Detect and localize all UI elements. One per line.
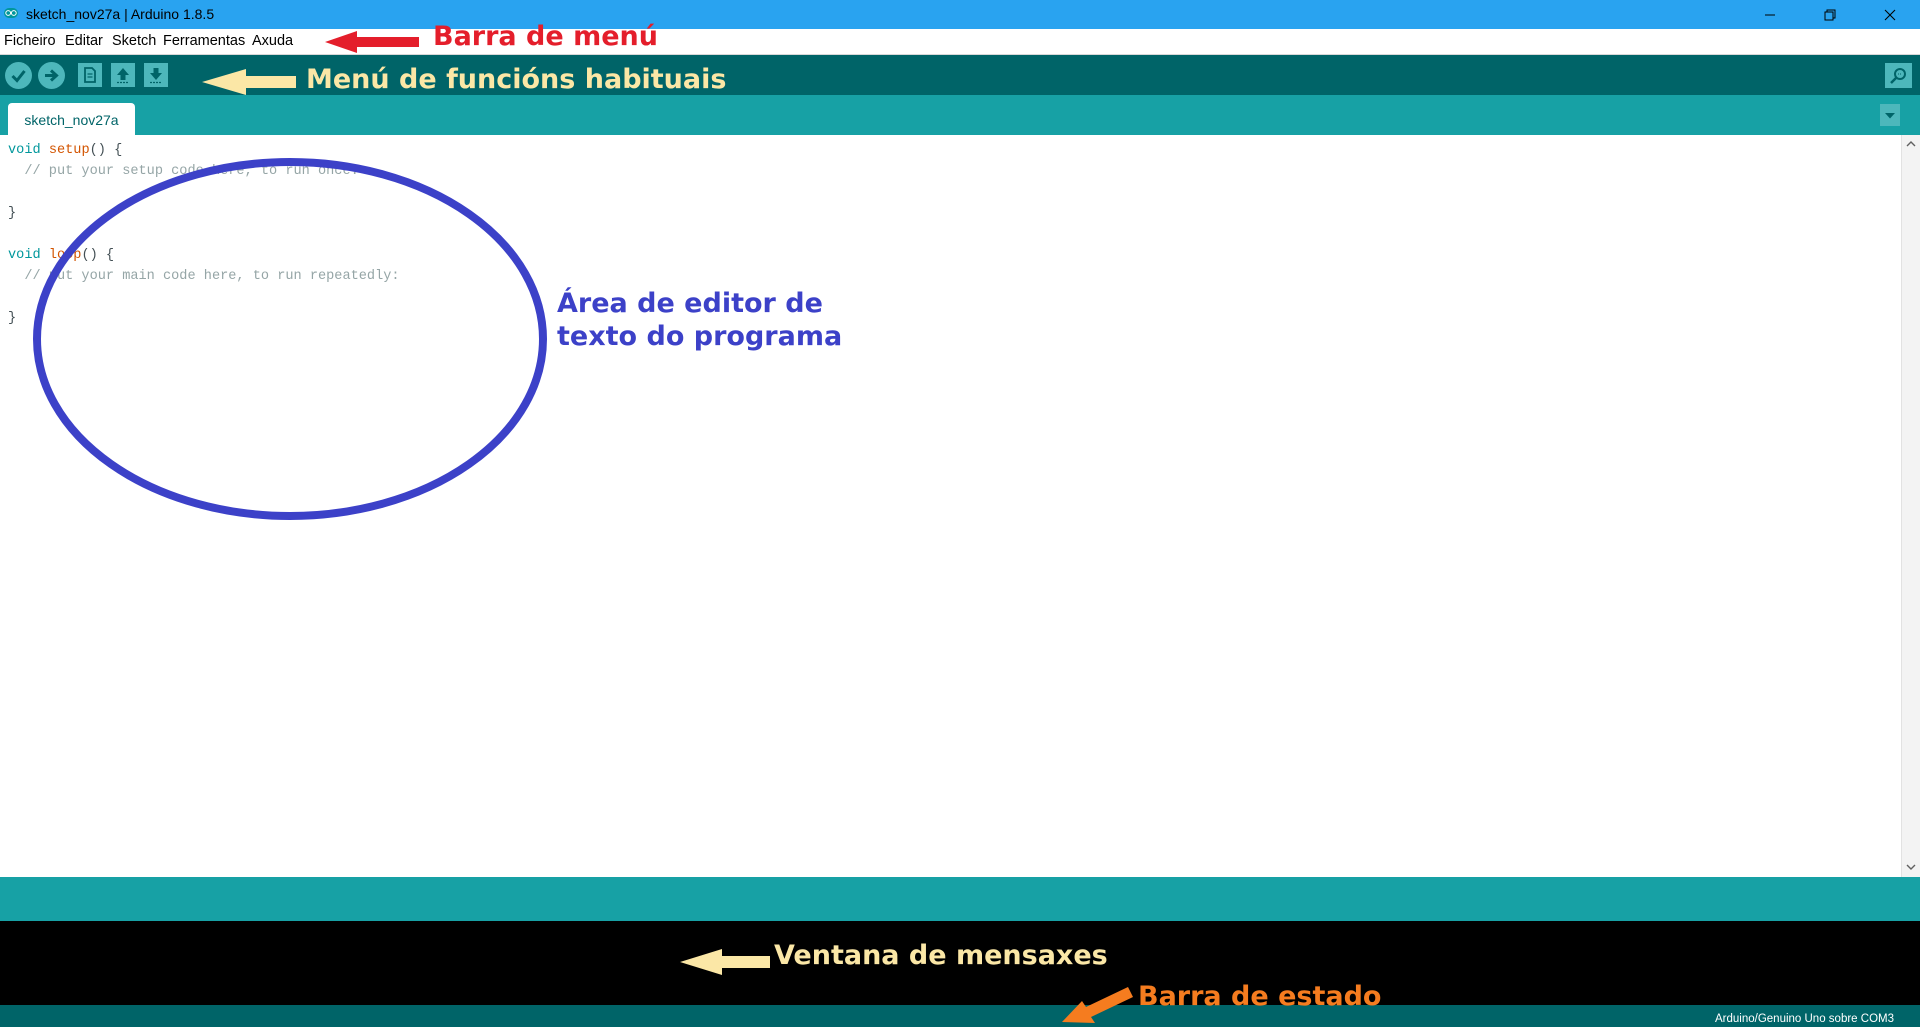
board-port-status: Arduino/Genuino Uno sobre COM3 — [1715, 1013, 1894, 1025]
chevron-down-icon — [1885, 113, 1895, 119]
menu-editar[interactable]: Editar — [65, 33, 103, 49]
menu-bar-arrow — [325, 31, 419, 53]
restore-icon — [1824, 9, 1836, 20]
tab-bar: sketch_nov27a — [0, 95, 1920, 135]
menu-bar: Ficheiro Editar Sketch Ferramentas Axuda — [0, 29, 1920, 55]
verify-button[interactable] — [5, 62, 32, 89]
new-button[interactable] — [78, 63, 102, 87]
vertical-scrollbar[interactable] — [1901, 135, 1920, 877]
window-title: sketch_nov27a | Arduino 1.8.5 — [26, 6, 215, 22]
save-icon — [150, 68, 162, 84]
annotation-editor-line1: Área de editor de — [557, 288, 823, 319]
status-bar: Arduino/Genuino Uno sobre COM3 — [0, 1005, 1920, 1027]
close-button[interactable] — [1860, 0, 1920, 29]
upload-icon — [45, 69, 59, 82]
tab-menu-button[interactable] — [1880, 104, 1900, 126]
menu-ferramentas[interactable]: Ferramentas — [163, 33, 245, 49]
code-line: } — [8, 206, 17, 221]
arduino-logo-icon — [4, 8, 18, 18]
save-button[interactable] — [144, 63, 168, 87]
editor-highlight-ellipse — [33, 158, 547, 520]
annotation-toolbar: Menú de funcións habituais — [306, 64, 727, 95]
scroll-up-icon[interactable] — [1906, 140, 1916, 148]
annotation-status: Barra de estado — [1138, 981, 1382, 1012]
message-strip — [0, 877, 1920, 921]
tab-label: sketch_nov27a — [24, 112, 119, 128]
scroll-down-icon[interactable] — [1906, 863, 1916, 871]
serial-monitor-button[interactable] — [1885, 63, 1912, 88]
title-bar: sketch_nov27a | Arduino 1.8.5 — [0, 0, 1920, 29]
annotation-editor-line2: texto do programa — [557, 321, 843, 352]
code-line: } — [8, 311, 17, 326]
new-icon — [84, 67, 96, 83]
annotation-messages: Ventana de mensaxes — [774, 940, 1108, 971]
tab-sketch[interactable]: sketch_nov27a — [8, 103, 135, 135]
status-bar-arrow — [1062, 987, 1133, 1023]
annotation-menu-bar: Barra de menú — [433, 21, 658, 52]
console-arrow — [680, 949, 770, 975]
menu-ficheiro[interactable]: Ficheiro — [4, 33, 56, 49]
serial-monitor-icon — [1890, 68, 1906, 84]
verify-icon — [11, 70, 26, 83]
restore-button[interactable] — [1800, 0, 1860, 29]
toolbar-arrow — [202, 69, 296, 95]
minimize-icon — [1765, 14, 1775, 15]
upload-button[interactable] — [38, 62, 65, 89]
menu-axuda[interactable]: Axuda — [252, 33, 293, 49]
open-icon — [117, 68, 129, 84]
minimize-button[interactable] — [1740, 0, 1800, 29]
close-icon — [1884, 9, 1896, 20]
menu-sketch[interactable]: Sketch — [112, 33, 156, 49]
open-button[interactable] — [111, 63, 135, 87]
